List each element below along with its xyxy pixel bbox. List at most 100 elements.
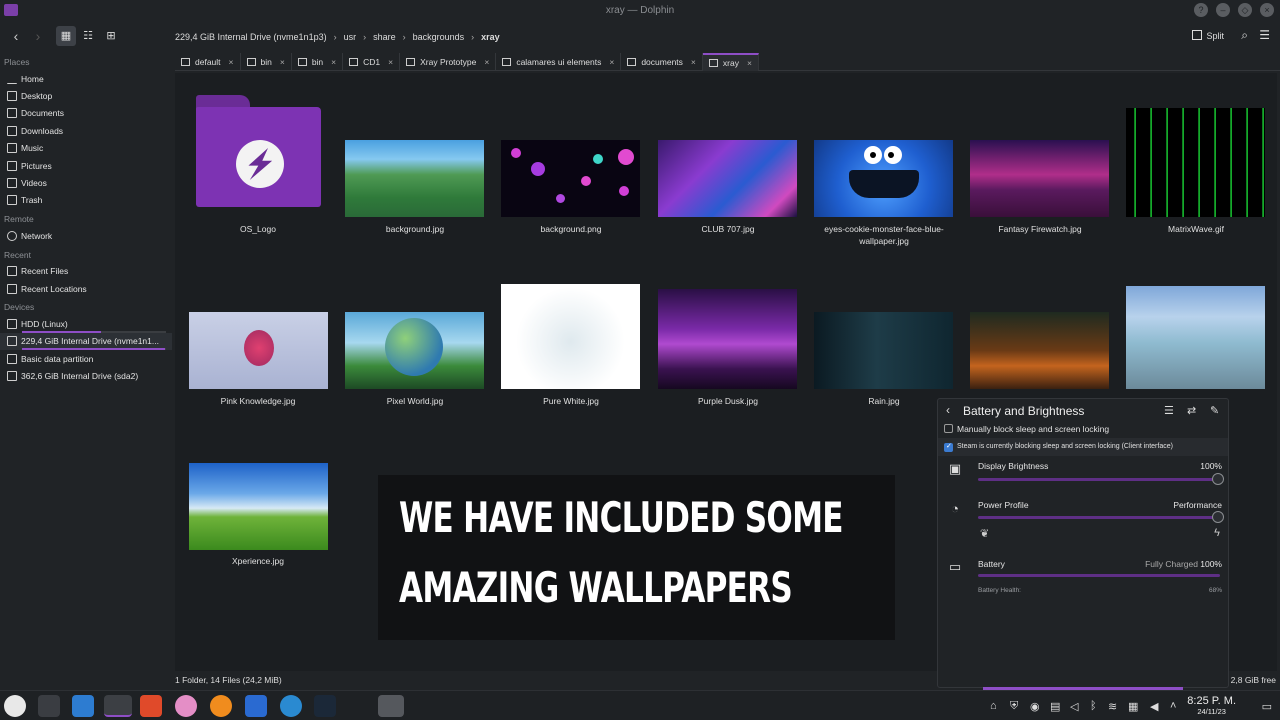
thumbnail-club-707[interactable] <box>658 140 797 217</box>
sidebar-item-videos[interactable]: Videos <box>0 174 172 191</box>
power-profile-slider[interactable] <box>978 511 1224 523</box>
help-icon[interactable]: ? <box>1194 3 1208 17</box>
tab-cd1[interactable]: CD1 × <box>343 53 401 71</box>
dolphin-taskbar-icon[interactable] <box>104 695 132 717</box>
file-name[interactable]: background.png <box>496 223 646 235</box>
bluetooth-tray-icon[interactable]: ᛒ <box>1090 700 1097 712</box>
sidebar-item-downloads[interactable]: Downloads <box>0 122 172 139</box>
thumbnail-rain[interactable] <box>814 312 953 389</box>
brightness-slider[interactable] <box>978 473 1224 485</box>
menu-icon[interactable]: ☰ <box>1259 28 1270 42</box>
thumbnail-pure-white[interactable] <box>501 284 640 389</box>
tab-default[interactable]: default × <box>175 53 241 71</box>
steam-tray-icon[interactable]: ◉ <box>1030 700 1040 713</box>
file-name[interactable]: Pixel World.jpg <box>340 395 490 407</box>
store-icon[interactable] <box>72 695 94 717</box>
file-name[interactable]: Fantasy Firewatch.jpg <box>965 223 1115 235</box>
tab-documents[interactable]: documents × <box>621 53 703 71</box>
thumbnail-cookie-monster[interactable] <box>814 140 953 217</box>
thumbnail-halloween-house[interactable] <box>970 312 1109 389</box>
file-name[interactable]: OS_Logo <box>183 223 333 235</box>
file-name[interactable]: Pure White.jpg <box>496 395 646 407</box>
tab-calamares[interactable]: calamares ui elements × <box>496 53 622 71</box>
crumb-xray[interactable]: xray <box>476 29 505 45</box>
details-view-icon[interactable]: ⊞ <box>101 26 121 46</box>
close-tab-icon[interactable]: × <box>691 57 696 67</box>
file-name[interactable]: eyes-cookie-monster-face-blue-wallpaper.… <box>809 223 959 247</box>
volume-tray-icon[interactable]: ◁ <box>1070 700 1078 713</box>
os-logo-folder-icon[interactable] <box>196 95 321 207</box>
close-tab-icon[interactable]: × <box>747 58 752 68</box>
sidebar-item-desktop[interactable]: Desktop <box>0 87 172 104</box>
menu-icon[interactable]: ☰ <box>1164 404 1174 417</box>
tab-xray[interactable]: xray × <box>702 53 759 71</box>
sidebar-item-home[interactable]: Home <box>0 70 172 87</box>
steam-icon[interactable] <box>314 695 336 717</box>
back-icon[interactable]: ‹ <box>6 26 26 46</box>
terminal-icon[interactable] <box>38 695 60 717</box>
sidebar-item-hdd-linux[interactable]: HDD (Linux) <box>0 315 172 333</box>
icons-view-icon[interactable]: ▦ <box>56 26 76 46</box>
close-tab-icon[interactable]: × <box>484 57 489 67</box>
browser-icon[interactable] <box>280 695 302 717</box>
close-tab-icon[interactable]: × <box>609 57 614 67</box>
thumbnail-xperience[interactable] <box>189 463 328 550</box>
sidebar-item-trash[interactable]: Trash <box>0 192 172 209</box>
thumbnail-fantasy-firewatch[interactable] <box>970 140 1109 217</box>
thumbnail-pink-knowledge[interactable] <box>189 312 328 389</box>
home-tray-icon[interactable]: ⌂ <box>990 700 997 712</box>
block-sleep-checkbox[interactable] <box>944 424 953 433</box>
crumb-backgrounds[interactable]: backgrounds <box>408 29 470 45</box>
search-icon[interactable]: ⌕ <box>1241 28 1248 43</box>
close-tab-icon[interactable]: × <box>388 57 393 67</box>
speaker-tray-icon[interactable]: ◀ <box>1150 700 1158 713</box>
minimize-icon[interactable]: – <box>1216 3 1230 17</box>
thumbnail-pixel-world[interactable] <box>345 312 484 389</box>
sidebar-item-sda2[interactable]: 362,6 GiB Internal Drive (sda2) <box>0 367 172 384</box>
bitwarden-icon[interactable] <box>245 695 267 717</box>
file-name[interactable]: CLUB 707.jpg <box>653 223 803 235</box>
configure-icon[interactable]: ⇄ <box>1187 404 1196 417</box>
file-name[interactable]: Pink Knowledge.jpg <box>183 395 333 407</box>
sidebar-item-internal-drive[interactable]: 229,4 GiB Internal Drive (nvme1n1... <box>0 332 172 351</box>
compact-view-icon[interactable]: ☷ <box>78 26 98 46</box>
file-name[interactable]: background.jpg <box>340 223 490 235</box>
crumb-drive[interactable]: 229,4 GiB Internal Drive (nvme1n1p3) <box>170 29 332 45</box>
app-icon[interactable] <box>175 695 197 717</box>
sidebar-item-recent-files[interactable]: Recent Files <box>0 263 172 280</box>
clipboard-tray-icon[interactable]: ▤ <box>1050 700 1060 713</box>
brave-icon[interactable] <box>140 695 162 717</box>
file-name[interactable]: Xperience.jpg <box>183 555 333 567</box>
crumb-usr[interactable]: usr <box>339 29 362 45</box>
clock[interactable]: 8:25 P. M. 24/11/23 <box>1187 695 1236 716</box>
thumbnail-pixel-landscape[interactable] <box>1126 286 1265 389</box>
sidebar-item-basic-partition[interactable]: Basic data partition <box>0 350 172 367</box>
crumb-share[interactable]: share <box>368 29 401 45</box>
sidebar-item-recent-locations[interactable]: Recent Locations <box>0 280 172 297</box>
expand-tray-icon[interactable]: ˄ <box>1170 700 1176 712</box>
thumbnail-background-jpg[interactable] <box>345 140 484 217</box>
steam-inhibit-checkbox[interactable] <box>944 442 953 452</box>
wifi-tray-icon[interactable]: ≋ <box>1108 700 1117 713</box>
sidebar-item-music[interactable]: Music <box>0 140 172 157</box>
split-button[interactable]: Split <box>1192 30 1224 41</box>
back-icon[interactable]: ‹ <box>946 403 950 417</box>
sidebar-item-pictures[interactable]: Pictures <box>0 157 172 174</box>
tab-bin[interactable]: bin × <box>241 53 292 71</box>
thumbnail-background-png[interactable] <box>501 140 640 217</box>
slider-handle[interactable] <box>1212 511 1224 523</box>
sidebar-item-network[interactable]: Network <box>0 227 172 244</box>
forward-icon[interactable]: › <box>28 26 48 46</box>
close-tab-icon[interactable]: × <box>280 57 285 67</box>
shield-tray-icon[interactable]: ⛨ <box>1010 700 1018 713</box>
thumbnail-purple-dusk[interactable] <box>658 289 797 389</box>
close-icon[interactable]: × <box>1260 3 1274 17</box>
thumbnail-matrix-wave[interactable] <box>1126 108 1265 217</box>
close-tab-icon[interactable]: × <box>229 57 234 67</box>
show-desktop-icon[interactable]: ▭ <box>1262 700 1272 713</box>
sidebar-item-documents[interactable]: Documents <box>0 105 172 122</box>
app-launcher-icon[interactable] <box>4 695 26 717</box>
pin-icon[interactable]: ✎ <box>1210 404 1219 417</box>
firefox-icon[interactable] <box>210 695 232 717</box>
cpu-tray-icon[interactable]: ▦ <box>1128 700 1138 713</box>
